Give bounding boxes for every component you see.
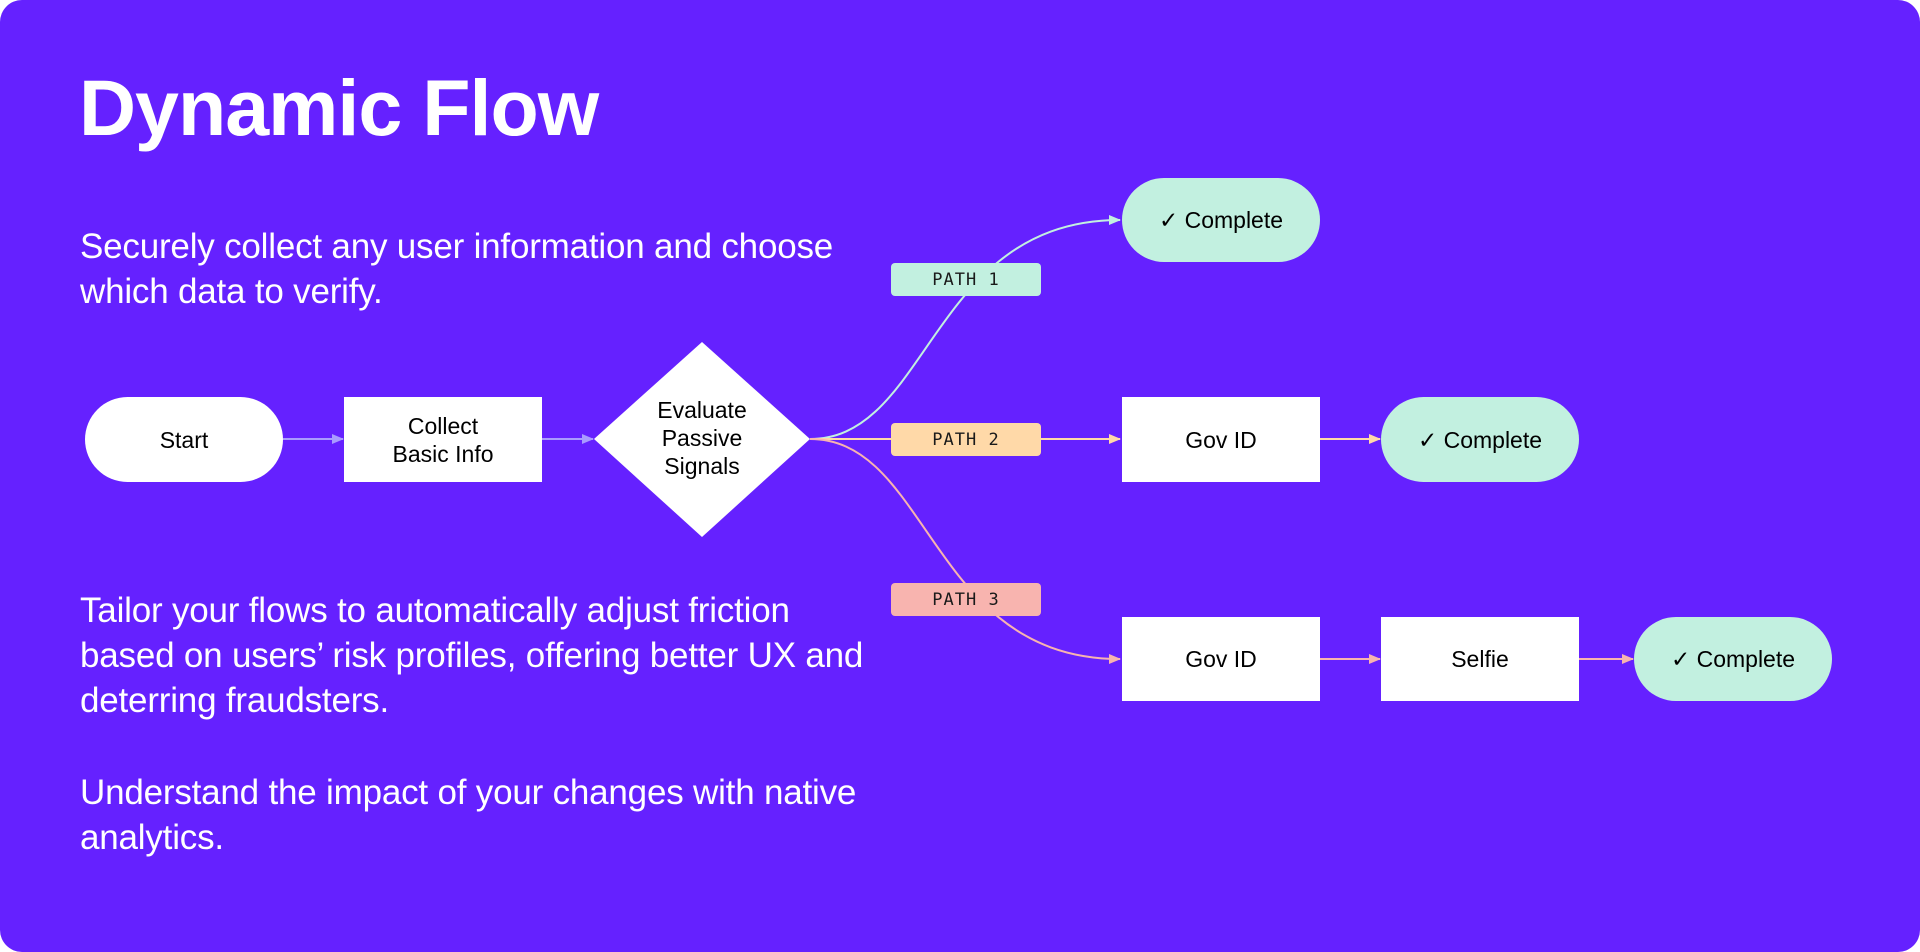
start-node: Start <box>85 397 283 482</box>
dynamic-flow-card: Dynamic Flow Securely collect any user i… <box>0 0 1920 952</box>
path3-govid-label: Gov ID <box>1185 646 1257 672</box>
path2-govid-label: Gov ID <box>1185 426 1257 453</box>
decision-label-line2: Passive <box>661 425 743 451</box>
path1-connector <box>809 215 1121 440</box>
path3-complete-label: ✓ Complete <box>1670 646 1796 672</box>
path3-govid-node: Gov ID <box>1122 617 1320 701</box>
collect-label-line2: Basic Info <box>392 440 494 467</box>
collect-label-line1: Collect <box>407 412 479 439</box>
flow-connectors <box>283 215 1634 664</box>
decision-label-line1: Evaluate <box>657 397 747 423</box>
path2-complete-label: ✓ Complete <box>1417 426 1543 453</box>
path3-complete-node: ✓ Complete <box>1634 617 1832 701</box>
path1-complete-node: ✓ Complete <box>1122 178 1320 262</box>
path3-tag: PATH 3 <box>891 583 1041 616</box>
path2-complete-node: ✓ Complete <box>1381 397 1579 482</box>
decision-label: Evaluate Passive Signals <box>610 396 794 480</box>
decision-label-line3: Signals <box>664 453 740 479</box>
path3-connector <box>809 438 1121 664</box>
path3-selfie-node: Selfie <box>1381 617 1579 701</box>
start-label: Start <box>159 426 209 453</box>
path1-complete-label: ✓ Complete <box>1158 207 1284 233</box>
collect-basic-info-node: Collect Basic Info <box>344 397 542 482</box>
path2-govid-node: Gov ID <box>1122 397 1320 482</box>
path3-selfie-label: Selfie <box>1451 646 1509 672</box>
path1-tag: PATH 1 <box>891 263 1041 296</box>
path2-tag: PATH 2 <box>891 423 1041 456</box>
